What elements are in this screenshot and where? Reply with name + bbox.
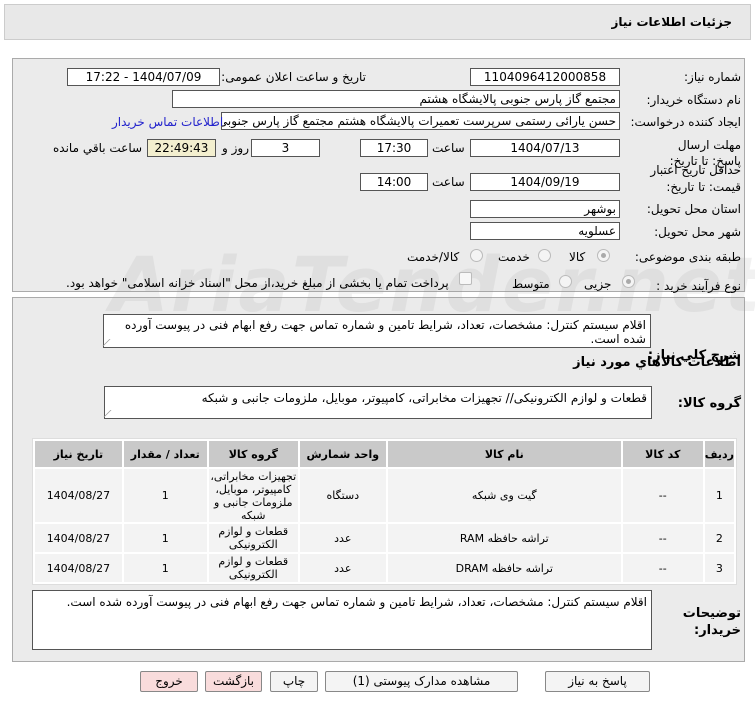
days-label: روز و: [222, 141, 249, 155]
process-radio-minor[interactable]: [622, 275, 635, 288]
remaining-label: ساعت باقي مانده: [53, 141, 143, 155]
col-name: نام کالا: [387, 441, 621, 467]
need-number-field[interactable]: 1104096412000858: [470, 68, 620, 86]
cell-group: قطعات و لوازم الکترونیکی: [208, 524, 298, 552]
treasury-checkbox[interactable]: [459, 272, 472, 285]
process-label: نوع فرآیند خرید :: [656, 279, 741, 293]
payment-note: پرداخت تمام یا بخشی از مبلغ خرید،از محل …: [66, 276, 449, 290]
table-row[interactable]: 1 -- گیت وی شبکه دستگاه تجهیزات مخابراتی، کا…: [35, 469, 734, 522]
reply-button[interactable]: پاسخ به نیاز: [545, 671, 650, 692]
print-button[interactable]: چاپ: [270, 671, 318, 692]
deadline-time-label: ساعت: [432, 141, 465, 155]
buyer-notes-text: اقلام سیستم کنترل: مشخصات، تعداد، شرایط …: [66, 595, 647, 609]
col-date: تاریخ نیاز: [35, 441, 122, 467]
table-row[interactable]: 3 -- تراشه حافظه DRAM عدد قطعات و لوازم الکت…: [35, 554, 734, 582]
cell-code: --: [622, 469, 703, 522]
group-text: قطعات و لوازم الکترونیکی// تجهیزات مخابر…: [201, 391, 647, 405]
buyer-notes-textarea[interactable]: اقلام سیستم کنترل: مشخصات، تعداد، شرایط …: [32, 590, 652, 650]
goods-table-wrapper: ردیف کد کالا نام کالا واحد شمارش گروه کا…: [32, 438, 737, 585]
goods-info-title: اطلاعات کالاهاي مورد نیاز: [573, 355, 741, 370]
contact-link[interactable]: اطلاعات تماس خریدار: [112, 115, 223, 129]
cell-group: قطعات و لوازم الکترونیکی: [208, 554, 298, 582]
cell-date: 1404/08/27: [35, 554, 122, 582]
category-option-goods: کالا: [569, 250, 586, 264]
process-option-minor: جزیی: [584, 277, 612, 291]
col-row: ردیف: [704, 441, 734, 467]
cell-unit: عدد: [299, 524, 386, 552]
process-radio-medium[interactable]: [559, 275, 572, 288]
cell-qty: 1: [123, 554, 207, 582]
group-label: گروه کالا:: [677, 396, 741, 411]
deadline-time-field[interactable]: 17:30: [360, 139, 428, 157]
cell-group: تجهیزات مخابراتی، کامپیوتر، موبایل، ملزو…: [208, 469, 298, 522]
col-group: گروه کالا: [208, 441, 298, 467]
cell-row: 2: [704, 524, 734, 552]
announce-label: تاریخ و ساعت اعلان عمومی:: [221, 70, 366, 84]
validity-time-field[interactable]: 14:00: [360, 173, 428, 191]
page-title: جزئیات اطلاعات نیاز: [611, 15, 732, 29]
process-option-medium: متوسط: [512, 277, 550, 291]
category-label: طبقه بندی موضوعی:: [634, 250, 741, 264]
exit-button[interactable]: خروج: [140, 671, 198, 692]
category-radio-goods[interactable]: [597, 249, 610, 262]
remaining-time: 22:49:43: [147, 139, 216, 157]
need-number-label: شماره نیاز:: [684, 70, 741, 84]
province-label: استان محل تحویل:: [646, 202, 741, 216]
validity-label: حداقل تاریخ اعتبار قیمت: تا تاریخ:: [650, 163, 741, 194]
cell-code: --: [622, 554, 703, 582]
cell-name: تراشه حافظه DRAM: [387, 554, 621, 582]
city-field[interactable]: عسلویه: [470, 222, 620, 240]
resize-grip-icon[interactable]: [102, 339, 117, 346]
creator-label: ایجاد کننده درخواست:: [630, 115, 741, 129]
cell-date: 1404/08/27: [35, 524, 122, 552]
deadline-date-field[interactable]: 1404/07/13: [470, 139, 620, 157]
category-option-service: خدمت: [498, 250, 530, 264]
cell-name: تراشه حافظه RAM: [387, 524, 621, 552]
cell-unit: دستگاه: [299, 469, 386, 522]
cell-row: 1: [704, 469, 734, 522]
back-button[interactable]: بازگشت: [205, 671, 262, 692]
cell-name: گیت وی شبکه: [387, 469, 621, 522]
col-code: کد کالا: [622, 441, 703, 467]
resize-grip-icon[interactable]: [103, 410, 118, 417]
attachments-button[interactable]: مشاهده مدارک پیوستی (1): [325, 671, 518, 692]
col-qty: تعداد / مقدار: [123, 441, 207, 467]
cell-unit: عدد: [299, 554, 386, 582]
table-row[interactable]: 2 -- تراشه حافظه RAM عدد قطعات و لوازم الکتر…: [35, 524, 734, 552]
creator-field[interactable]: حسن یارائی رستمی سرپرست تعمیرات پالایشگا…: [221, 112, 620, 130]
title-bar: جزئیات اطلاعات نیاز: [4, 4, 751, 40]
cell-qty: 1: [123, 469, 207, 522]
group-textarea[interactable]: قطعات و لوازم الکترونیکی// تجهیزات مخابر…: [103, 386, 652, 419]
category-radio-both[interactable]: [470, 249, 483, 262]
goods-table: ردیف کد کالا نام کالا واحد شمارش گروه کا…: [33, 439, 736, 584]
cell-code: --: [622, 524, 703, 552]
col-unit: واحد شمارش: [299, 441, 386, 467]
city-label: شهر محل تحویل:: [654, 225, 741, 239]
cell-qty: 1: [123, 524, 207, 552]
buyer-notes-label: توضیحات خریدار:: [682, 606, 741, 638]
table-header-row: ردیف کد کالا نام کالا واحد شمارش گروه کا…: [35, 441, 734, 467]
category-option-both: کالا/خدمت: [407, 250, 460, 264]
buyer-label: نام دستگاه خریدار:: [646, 93, 742, 107]
days-field[interactable]: 3: [251, 139, 320, 157]
description-textarea[interactable]: اقلام سیستم کنترل: مشخصات، تعداد، شرایط …: [102, 314, 651, 348]
cell-row: 3: [704, 554, 734, 582]
buyer-field[interactable]: مجتمع گاز پارس جنوبی پالایشگاه هشتم: [172, 90, 620, 108]
announce-field[interactable]: 1404/07/09 - 17:22: [67, 68, 220, 86]
validity-time-label: ساعت: [432, 175, 465, 189]
category-radio-service[interactable]: [538, 249, 551, 262]
validity-date-field[interactable]: 1404/09/19: [470, 173, 620, 191]
description-text: اقلام سیستم کنترل: مشخصات، تعداد، شرایط …: [124, 318, 646, 346]
province-field[interactable]: بوشهر: [470, 200, 620, 218]
cell-date: 1404/08/27: [35, 469, 122, 522]
